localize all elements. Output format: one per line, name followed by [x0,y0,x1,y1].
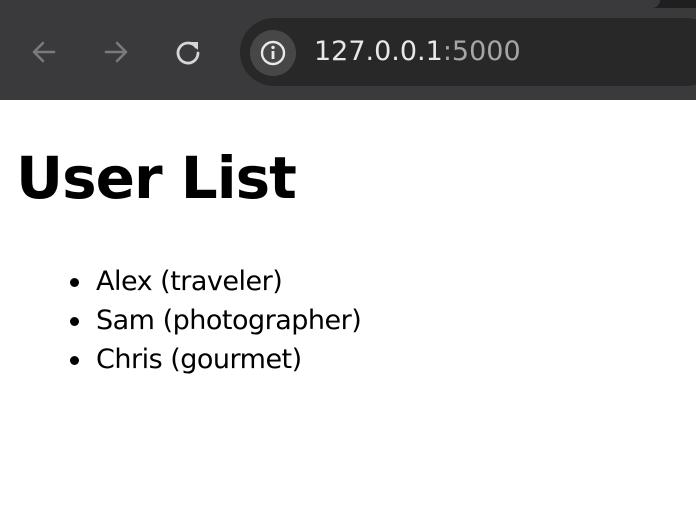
arrow-left-icon [32,41,56,63]
reload-icon [176,41,200,65]
bullet [70,317,79,326]
url-text[interactable]: 127.0.0.1:5000 [314,36,521,68]
page-content: User List Alex (traveler) Sam (photograp… [0,100,696,530]
list-item: Alex (traveler) [62,262,361,301]
url-host: 127.0.0.1 [314,36,443,67]
url-port: :5000 [442,36,521,67]
browser-toolbar: 127.0.0.1:5000 [0,0,696,100]
list-item: Sam (photographer) [62,301,362,340]
arrow-right-icon [104,41,128,63]
bullet [70,278,79,287]
user-label: Alex (traveler) [96,266,283,297]
page-title: User List [16,144,297,212]
tab-strip [0,0,696,8]
address-bar[interactable]: 127.0.0.1:5000 [240,18,696,86]
back-button[interactable] [22,30,66,74]
info-icon [260,40,286,66]
user-label: Chris (gourmet) [96,344,302,375]
list-item: Chris (gourmet) [62,340,361,379]
user-list: Alex (traveler) Sam (photographer) Chris… [62,262,362,379]
user-label: Sam (photographer) [96,305,362,336]
site-info-button[interactable] [250,30,296,76]
bullet [70,356,79,365]
active-tab-edge [0,0,660,8]
reload-button[interactable] [166,30,210,74]
forward-button[interactable] [94,30,138,74]
